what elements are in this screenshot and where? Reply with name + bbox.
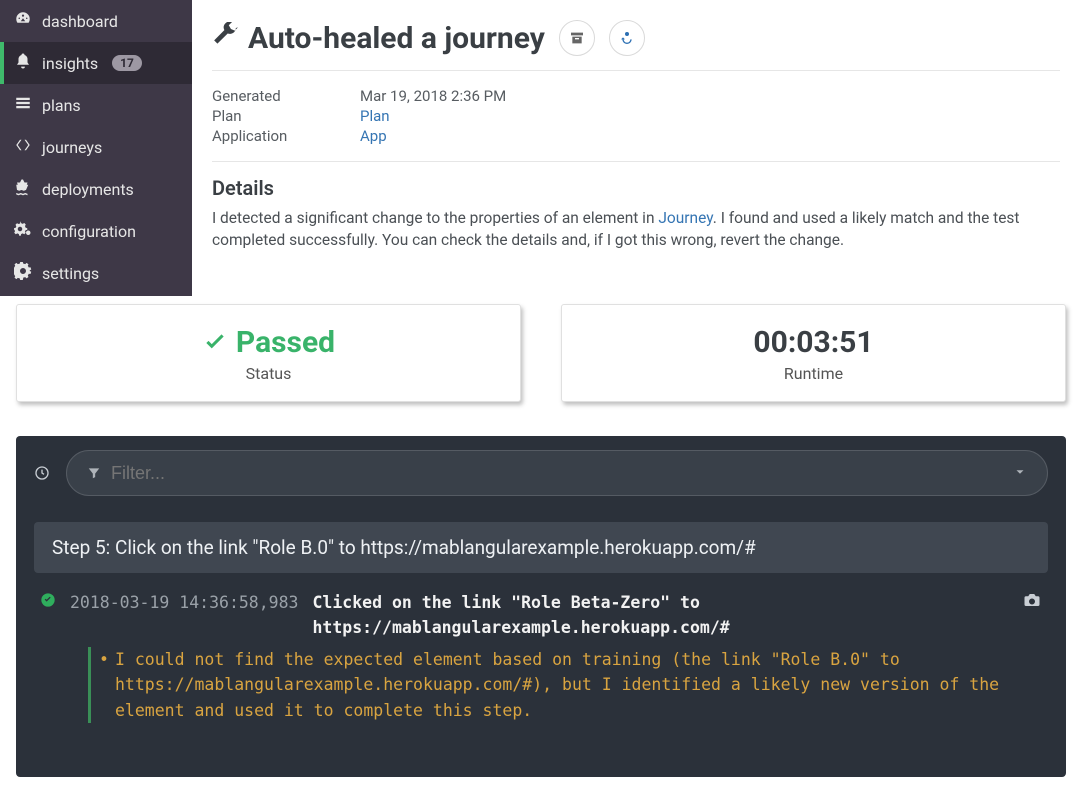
sidebar-item-dashboard[interactable]: dashboard <box>0 0 192 42</box>
sidebar-item-label: dashboard <box>42 12 118 31</box>
meta-value-generated: Mar 19, 2018 2:36 PM <box>360 87 506 105</box>
sidebar-item-journeys[interactable]: journeys <box>0 126 192 168</box>
insights-badge: 17 <box>112 55 142 71</box>
chevron-down-icon[interactable] <box>1013 463 1027 484</box>
person-revert-icon <box>619 30 635 46</box>
bullet-icon: • <box>99 647 109 673</box>
status-label: Status <box>27 364 510 383</box>
meta-label: Generated <box>212 87 360 105</box>
log-message: Clicked on the link "Role Beta-Zero" to … <box>312 591 1008 641</box>
stat-cards: Passed Status 00:03:51 Runtime <box>16 304 1066 402</box>
meta-row-application: Application App <box>212 127 1060 145</box>
meta-label: Plan <box>212 107 360 125</box>
camera-icon[interactable] <box>1022 591 1042 617</box>
title-row: Auto-healed a journey <box>212 20 1060 71</box>
sidebar-item-settings[interactable]: settings <box>0 252 192 294</box>
sidebar-item-label: insights <box>42 54 98 73</box>
log-timestamp: 2018-03-19 14:36:58,983 <box>70 591 298 616</box>
journey-link[interactable]: Journey <box>658 209 712 227</box>
check-icon <box>202 330 228 356</box>
page-title: Auto-healed a journey <box>212 21 545 56</box>
archive-icon <box>569 30 585 46</box>
filter-row <box>34 450 1048 496</box>
runtime-card: 00:03:51 Runtime <box>561 304 1066 402</box>
sidebar-item-label: plans <box>42 96 81 115</box>
cogs-icon <box>14 220 32 242</box>
runtime-value: 00:03:51 <box>572 325 1055 360</box>
status-value-text: Passed <box>236 325 335 360</box>
clock-icon[interactable] <box>34 465 50 481</box>
log-panel: Step 5: Click on the link "Role B.0" to … <box>16 436 1066 777</box>
sidebar-item-deployments[interactable]: deployments <box>0 168 192 210</box>
gear-icon <box>14 262 32 284</box>
sidebar-item-plans[interactable]: plans <box>0 84 192 126</box>
runtime-label: Runtime <box>572 364 1055 383</box>
status-card: Passed Status <box>16 304 521 402</box>
meta-row-plan: Plan Plan <box>212 107 1060 125</box>
log-entry: 2018-03-19 14:36:58,983 Clicked on the l… <box>34 591 1048 641</box>
bell-icon <box>14 52 32 74</box>
status-value: Passed <box>202 325 335 360</box>
meta-block: Generated Mar 19, 2018 2:36 PM Plan Plan… <box>212 71 1060 162</box>
sidebar-item-label: deployments <box>42 180 134 199</box>
ship-icon <box>14 178 32 200</box>
check-circle-icon <box>40 591 56 616</box>
details-section: Details I detected a significant change … <box>212 162 1060 259</box>
log-note: • I could not find the expected element … <box>88 647 1048 724</box>
page-title-text: Auto-healed a journey <box>248 21 545 56</box>
list-icon <box>14 94 32 116</box>
details-text: I detected a significant change to the p… <box>212 208 1060 251</box>
sidebar-item-configuration[interactable]: configuration <box>0 210 192 252</box>
sidebar-item-label: journeys <box>42 138 102 157</box>
sidebar-item-label: configuration <box>42 222 136 241</box>
step-header[interactable]: Step 5: Click on the link "Role B.0" to … <box>34 522 1048 573</box>
meta-row-generated: Generated Mar 19, 2018 2:36 PM <box>212 87 1060 105</box>
sidebar-item-label: settings <box>42 264 99 283</box>
filter-icon <box>87 466 101 480</box>
wrench-icon <box>212 21 238 56</box>
sidebar-item-insights[interactable]: insights 17 <box>0 42 192 84</box>
application-link[interactable]: App <box>360 127 387 145</box>
share-button[interactable] <box>609 20 645 56</box>
main-content: Auto-healed a journey Generated Mar 19, … <box>192 0 1080 259</box>
filter-box[interactable] <box>66 450 1048 496</box>
gauge-icon <box>14 10 32 32</box>
sidebar: dashboard insights 17 plans journeys dep… <box>0 0 192 296</box>
details-text-before: I detected a significant change to the p… <box>212 209 658 227</box>
filter-input[interactable] <box>111 463 1003 484</box>
plan-link[interactable]: Plan <box>360 107 390 125</box>
log-note-text: I could not find the expected element ba… <box>115 650 999 720</box>
details-heading: Details <box>212 176 1060 200</box>
archive-button[interactable] <box>559 20 595 56</box>
code-brackets-icon <box>14 136 32 158</box>
meta-label: Application <box>212 127 360 145</box>
